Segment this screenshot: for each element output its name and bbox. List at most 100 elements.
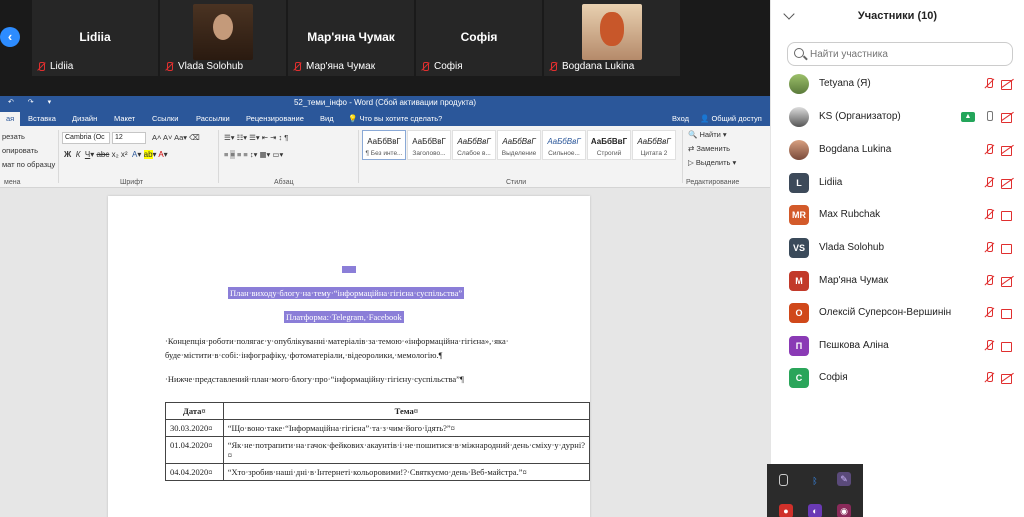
copy-button[interactable]: опировать	[2, 146, 38, 155]
participant-row[interactable]: М Мар'яна Чумак	[771, 265, 1024, 297]
camera-off-icon[interactable]	[1001, 341, 1015, 352]
participant-name: Софія	[819, 372, 848, 383]
avatar: П	[789, 336, 809, 356]
tab-review[interactable]: Рецензирование	[246, 114, 304, 123]
tab-mailings[interactable]: Рассылки	[196, 114, 230, 123]
doc-platform: Платформа:·Telegram,·Facebook	[284, 311, 404, 323]
mic-muted-icon[interactable]	[983, 307, 995, 319]
participant-row[interactable]: KS (Организатор) ▲	[771, 101, 1024, 133]
document-canvas[interactable]: План·виходу·блогу·на·тему·“інформаційна·…	[0, 188, 770, 517]
mic-muted-icon[interactable]	[983, 78, 995, 90]
font-grow-shrink-buttons[interactable]: A˄ A˅ Aa▾ ⌫	[152, 133, 200, 142]
camera-off-icon[interactable]	[1001, 243, 1015, 254]
mic-muted-icon[interactable]	[983, 242, 995, 254]
share-button[interactable]: 👤 Общий доступ	[700, 114, 762, 123]
mic-muted-icon[interactable]	[983, 209, 995, 221]
cut-button[interactable]: резать	[2, 132, 25, 141]
tell-me-text: Что вы хотите сделать?	[359, 114, 443, 123]
font-format-buttons[interactable]: Ж К Ч▾ abc x₂ x² A▾ ab▾ A▾	[64, 150, 168, 159]
document-page[interactable]: План·виходу·блогу·на·тему·“інформаційна·…	[108, 196, 591, 517]
participant-row[interactable]: Bogdana Lukina	[771, 134, 1024, 166]
find-button[interactable]: 🔍 Найти ▾	[688, 130, 727, 139]
usb-device-icon[interactable]	[779, 474, 788, 486]
style-strong[interactable]: АаБбВвГ Строгий	[587, 130, 631, 160]
video-tile-maryana[interactable]: Мар'яна Чумак Мар'яна Чумак	[288, 0, 414, 76]
mic-muted-icon[interactable]	[983, 177, 995, 189]
mic-muted-icon[interactable]	[983, 144, 995, 156]
camera-off-icon[interactable]	[1001, 210, 1015, 221]
video-tile-bogdana[interactable]: Bogdana Lukina	[544, 0, 680, 76]
tab-layout[interactable]: Макет	[114, 114, 135, 123]
tile-footer-name: Bogdana Lukina	[562, 61, 635, 72]
antivirus-icon[interactable]: ◉	[837, 504, 851, 517]
hair-shape	[600, 12, 624, 46]
participant-name: KS (Организатор)	[819, 111, 901, 122]
camera-off-icon[interactable]	[1001, 178, 1015, 189]
participant-row[interactable]: С Софія	[771, 362, 1024, 394]
tab-view[interactable]: Вид	[320, 114, 334, 123]
table-row: 01.04.2020¤ “Як·не·потрапити·на·гачок·фе…	[165, 436, 591, 464]
search-icon	[794, 48, 804, 58]
style-intense-emphasis[interactable]: АаБбВвГ Сильное...	[542, 130, 586, 160]
mic-icon[interactable]	[983, 111, 995, 123]
participant-row[interactable]: П Пєшкова Аліна	[771, 330, 1024, 362]
format-painter-button[interactable]: мат по образцу	[2, 160, 55, 169]
participant-row[interactable]: Tetyana (Я)	[771, 68, 1024, 100]
paragraph-group-label: Абзац	[274, 179, 294, 186]
search-input[interactable]	[810, 46, 1006, 62]
word-titlebar: ↶ ↷ ▾ 52_теми_інфо - Word (Сбой активаци…	[0, 96, 770, 110]
style-heading[interactable]: АаБбВвГ Заголово...	[407, 130, 451, 160]
replace-button[interactable]: ⇄ Заменить	[688, 144, 730, 153]
video-tile-vlada[interactable]: Vlada Solohub	[160, 0, 286, 76]
sign-in-link[interactable]: Вход	[672, 114, 689, 123]
chat-app-icon[interactable]: ◐	[808, 504, 822, 517]
style-emphasis[interactable]: АаБбВвГ Выделение	[497, 130, 541, 160]
video-tile-lidiia[interactable]: Lidiia Lidiia	[32, 0, 158, 76]
camera-off-icon[interactable]	[1001, 112, 1015, 123]
style-no-spacing[interactable]: АаБбВвГ ¶ Без инте...	[362, 130, 406, 160]
tab-insert[interactable]: Вставка	[28, 114, 56, 123]
camera-off-icon[interactable]	[1001, 308, 1015, 319]
list-indent-buttons[interactable]: ☰▾ ☷▾ ☰▾ ⇤ ⇥ ↕ ¶	[224, 133, 288, 142]
participant-name: Олексій Суперсон-Вершинін	[819, 307, 952, 318]
style-name: Выделение	[501, 150, 537, 157]
alignment-buttons[interactable]: ≡ ≡ ≡ ≡ ↕▾ ▦▾ ▭▾	[224, 150, 283, 159]
style-quote-2[interactable]: АаБбВвГ Цитата 2	[632, 130, 676, 160]
camera-off-icon[interactable]	[1001, 373, 1015, 384]
participant-row[interactable]: MR Max Rubchak	[771, 199, 1024, 231]
doc-platform-text: Платформа:·Telegram,·Facebook	[284, 311, 404, 323]
camera-off-icon[interactable]	[1001, 145, 1015, 156]
tile-name: Софія	[460, 30, 498, 44]
ribbon-tabs: ая Вставка Дизайн Макет Ссылки Рассылки …	[0, 110, 770, 126]
participant-row[interactable]: VS Vlada Solohub	[771, 232, 1024, 264]
tell-me-search[interactable]: 💡 Что вы хотите сделать?	[348, 114, 442, 123]
system-tray-popup: ᛒ ✎ ● ◐ ◉	[767, 464, 863, 517]
pen-app-icon[interactable]: ✎	[837, 472, 851, 486]
style-preview: АаБбВвГ	[502, 137, 536, 146]
select-button[interactable]: ▷ Выделить ▾	[688, 158, 736, 167]
style-subtle-emphasis[interactable]: АаБбВвГ Слабое в...	[452, 130, 496, 160]
participant-row[interactable]: О Олексій Суперсон-Вершинін	[771, 297, 1024, 329]
tab-design[interactable]: Дизайн	[72, 114, 97, 123]
camera-off-icon[interactable]	[1001, 79, 1015, 90]
word-title: 52_теми_інфо - Word (Сбой активации прод…	[293, 98, 476, 107]
tile-footer: Мар'яна Чумак	[292, 61, 375, 72]
bluetooth-icon[interactable]: ᛒ	[808, 474, 822, 488]
previous-page-button[interactable]: ‹	[0, 27, 20, 47]
mic-muted-icon[interactable]	[983, 275, 995, 287]
camera-off-icon[interactable]	[1001, 276, 1015, 287]
style-preview: АаБбВвГ	[637, 137, 671, 146]
recording-app-icon[interactable]: ●	[779, 504, 793, 517]
tab-references[interactable]: Ссылки	[152, 114, 178, 123]
font-name-select[interactable]: Cambria (Ос	[62, 132, 110, 144]
select-label: Выделить	[695, 158, 731, 167]
font-size-select[interactable]: 12	[112, 132, 146, 144]
participant-row[interactable]: L Lidiia	[771, 167, 1024, 199]
mic-muted-icon[interactable]	[983, 372, 995, 384]
avatar: MR	[789, 205, 809, 225]
mic-muted-icon[interactable]	[983, 340, 995, 352]
tab-home[interactable]: ая	[0, 112, 21, 126]
face-shape	[213, 14, 233, 40]
video-tile-sofia[interactable]: Софія Софія	[416, 0, 542, 76]
participant-search[interactable]	[787, 42, 1013, 66]
